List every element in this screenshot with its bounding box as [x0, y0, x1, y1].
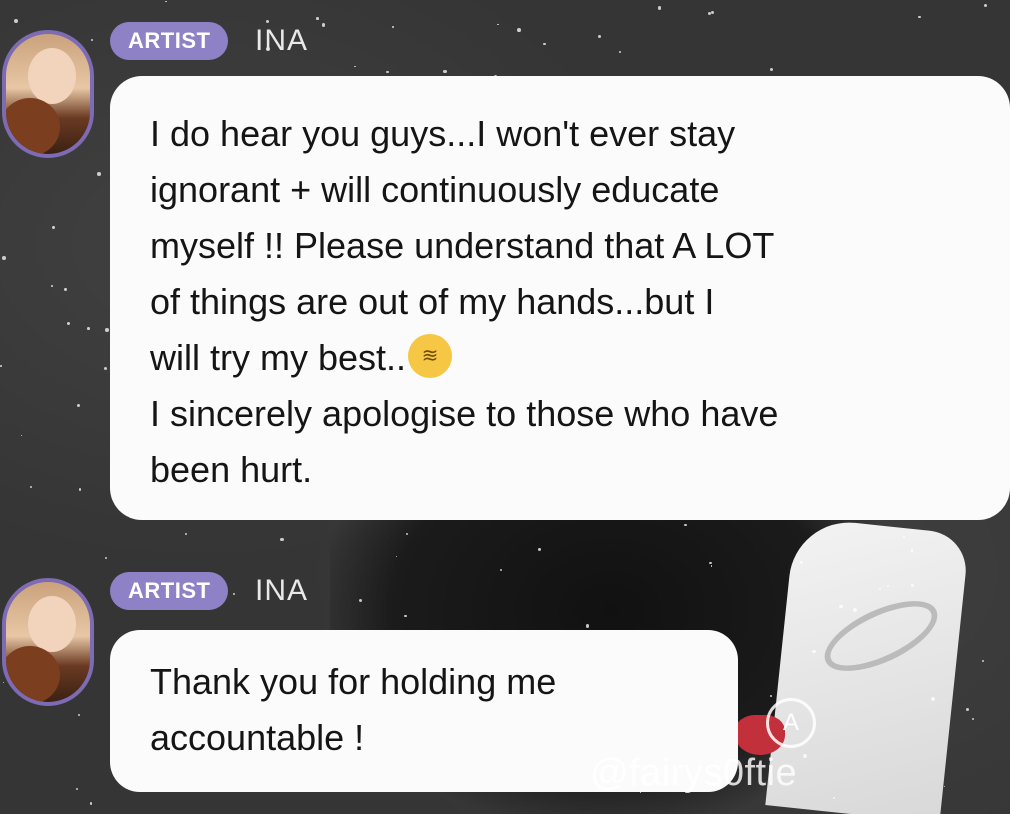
background-speck: [21, 435, 23, 437]
background-speck: [405, 532, 408, 535]
background-speck: [543, 42, 546, 46]
background-speck: [89, 802, 93, 805]
background-speck: [51, 284, 53, 287]
background-speck: [0, 364, 2, 367]
artist-badge: ARTIST: [110, 22, 229, 60]
artist-badge: ARTIST: [110, 572, 229, 610]
background-speck: [184, 532, 187, 535]
background-speck: [618, 50, 621, 53]
background-speck: [903, 536, 905, 538]
avatar-dog: [6, 98, 60, 154]
message-line: myself !! Please understand that A LOT: [150, 225, 775, 266]
background-speck: [29, 486, 32, 489]
background-speck: [965, 708, 969, 712]
watermark-handle: @fairys0ftie: [590, 752, 798, 794]
background-speck: [77, 713, 80, 716]
avatar[interactable]: [2, 30, 94, 158]
background-speck: [943, 785, 945, 787]
message-line: ignorant + will continuously educate: [150, 169, 720, 210]
message-line-text: will try my best..: [150, 337, 407, 378]
background-speck: [708, 11, 712, 15]
background-speck: [802, 753, 807, 758]
message-line: will try my best.. ≋: [150, 330, 990, 386]
background-speck: [1, 255, 6, 260]
zipper-mouth-face-icon: ≋: [408, 334, 453, 379]
background-speck: [97, 171, 101, 176]
background-speck: [585, 624, 589, 628]
background-speck: [684, 523, 687, 527]
background-speck: [105, 327, 110, 332]
avatar-face: [28, 48, 76, 104]
background-speck: [971, 717, 975, 720]
background-speck: [75, 787, 79, 791]
background-speck: [852, 608, 857, 613]
background-speck: [983, 4, 988, 8]
background-speck: [316, 17, 320, 21]
background-speck: [78, 488, 82, 491]
background-speck: [64, 288, 67, 291]
background-speck: [232, 593, 235, 596]
background-speck: [67, 322, 71, 326]
message-line: I sincerely apologise to those who have: [150, 393, 779, 434]
background-speck: [14, 18, 19, 23]
message-bubble[interactable]: I do hear you guys...I won't ever stay i…: [110, 76, 1010, 520]
avatar-face: [28, 596, 76, 652]
background-speck: [391, 25, 394, 28]
background-speck: [52, 226, 55, 229]
background-speck: [105, 556, 108, 559]
background-speck: [710, 10, 714, 14]
author-name[interactable]: INA: [255, 574, 308, 608]
message-line: I do hear you guys...I won't ever stay: [150, 113, 736, 154]
background-speck: [878, 587, 881, 590]
background-speck: [103, 367, 107, 371]
message-line: of things are out of my hands...but I: [150, 281, 715, 322]
background-speck: [386, 70, 389, 74]
author-name[interactable]: INA: [255, 24, 308, 58]
background-speck: [265, 19, 270, 24]
message-line: been hurt.: [150, 449, 313, 490]
background-speck: [769, 67, 773, 71]
background-speck: [443, 69, 447, 74]
background-speck: [280, 537, 284, 542]
background-speck: [354, 66, 356, 68]
background-speck: [90, 38, 93, 41]
background-speck: [812, 649, 816, 654]
avatar-dog: [6, 646, 60, 702]
background-speck: [657, 6, 662, 10]
background-speck: [165, 0, 167, 3]
background-speck: [710, 565, 713, 567]
background-speck: [76, 403, 80, 407]
background-speck: [497, 23, 499, 26]
background-speck: [321, 23, 325, 27]
avatar[interactable]: [2, 578, 94, 706]
background-speck: [918, 15, 921, 19]
background-speck: [517, 28, 521, 33]
background-speck: [538, 548, 541, 551]
background-speck: [597, 34, 601, 39]
background-speck: [86, 326, 90, 330]
background-speck: [2, 681, 5, 684]
background-speck: [982, 659, 985, 662]
watermark-a-icon: A: [766, 698, 816, 748]
message-line: Thank you for holding me: [150, 661, 557, 702]
